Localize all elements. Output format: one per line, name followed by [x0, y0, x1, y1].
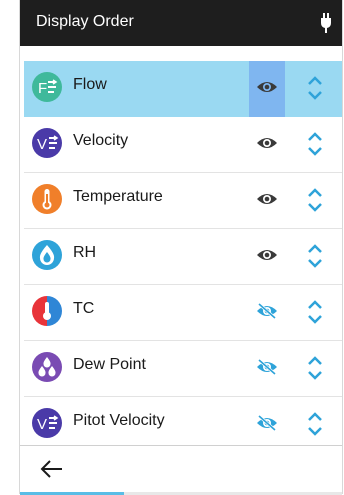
list-item-label: TC: [73, 300, 95, 317]
list-item-label: Flow: [73, 76, 107, 93]
visibility-toggle[interactable]: [249, 61, 285, 117]
eye-icon: [257, 250, 277, 260]
reorder-chevrons-icon[interactable]: [304, 129, 326, 159]
visibility-toggle[interactable]: [249, 117, 285, 173]
reorder-chevrons-icon[interactable]: [304, 409, 326, 439]
list-item-label: Pitot Velocity: [73, 412, 165, 429]
velocity-icon: V: [32, 128, 62, 158]
eye-icon: [257, 138, 277, 148]
flow-icon: F: [32, 72, 62, 102]
visibility-toggle[interactable]: [249, 285, 285, 341]
reorder-chevrons-icon[interactable]: [304, 297, 326, 327]
svg-text:V: V: [37, 136, 47, 153]
eye-off-icon: [257, 303, 277, 319]
eye-icon: [257, 194, 277, 204]
page-title: Display Order: [36, 13, 134, 30]
list-item-label: RH: [73, 244, 97, 261]
svg-text:V: V: [37, 416, 47, 433]
footer-bar: [20, 445, 342, 495]
pitot-velocity-icon: V: [32, 408, 62, 438]
list-item-label: Dew Point: [73, 356, 146, 373]
list-item-label: Temperature: [73, 188, 163, 205]
reorder-chevrons-icon[interactable]: [304, 73, 326, 103]
thermocouple-icon: [32, 296, 62, 326]
list-item-temperature[interactable]: Temperature: [24, 173, 342, 229]
list-item-tc[interactable]: TC: [24, 285, 342, 341]
reorder-chevrons-icon[interactable]: [304, 241, 326, 271]
reorder-chevrons-icon[interactable]: [304, 353, 326, 383]
visibility-toggle[interactable]: [249, 173, 285, 229]
reorder-chevrons-icon[interactable]: [304, 185, 326, 215]
dew-point-icon: [32, 352, 62, 382]
visibility-toggle[interactable]: [249, 341, 285, 397]
app-screen: Display Order F Flow V Velocity Temperat…: [19, 0, 343, 495]
temperature-icon: [32, 184, 62, 214]
power-plug-icon: [321, 13, 331, 33]
visibility-toggle[interactable]: [249, 229, 285, 285]
back-arrow-icon[interactable]: [34, 454, 70, 484]
list-item-velocity[interactable]: V Velocity: [24, 117, 342, 173]
display-order-list: F Flow V Velocity Temperature RH TC Dew …: [24, 61, 342, 453]
eye-off-icon: [257, 415, 277, 431]
list-item-rh[interactable]: RH: [24, 229, 342, 285]
eye-icon: [257, 82, 277, 92]
list-item-label: Velocity: [73, 132, 129, 149]
header-bar: Display Order: [20, 0, 342, 46]
svg-text:F: F: [38, 80, 47, 97]
list-item-dew-point[interactable]: Dew Point: [24, 341, 342, 397]
humidity-drop-icon: [32, 240, 62, 270]
eye-off-icon: [257, 359, 277, 375]
list-item-flow[interactable]: F Flow: [24, 61, 342, 117]
